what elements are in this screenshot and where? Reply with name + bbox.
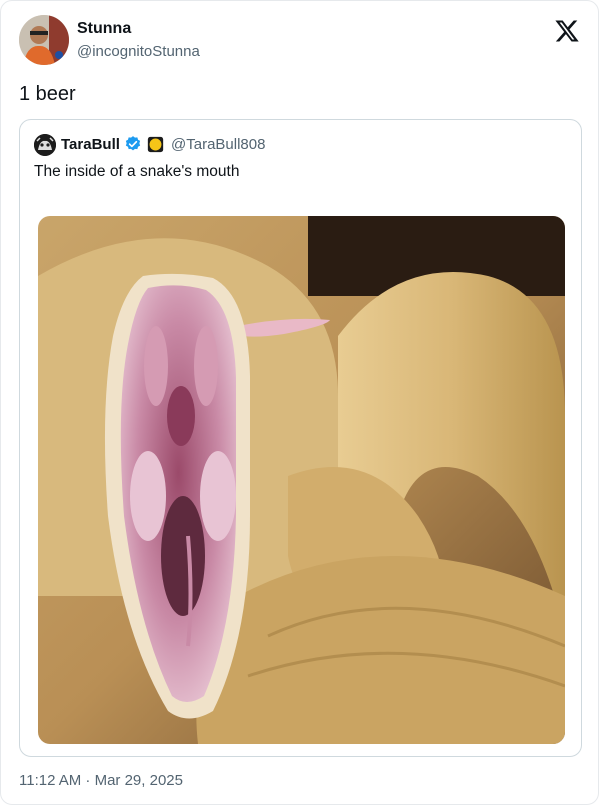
author-avatar[interactable]: [19, 15, 69, 65]
yellow-circle-emoji-icon: [147, 136, 164, 153]
x-logo-icon[interactable]: [554, 18, 580, 44]
snake-mouth-photo: [38, 216, 565, 744]
quoted-tweet-text: The inside of a snake's mouth: [34, 163, 240, 180]
tweet-text: 1 beer: [19, 83, 76, 105]
tweet-card: Stunna @incognitoStunna 1 beer TaraBull …: [0, 0, 599, 805]
quoted-author-name[interactable]: TaraBull: [61, 136, 120, 153]
quoted-tweet-image[interactable]: [38, 216, 565, 744]
quoted-author-avatar[interactable]: [34, 134, 56, 156]
author-handle[interactable]: @incognitoStunna: [77, 43, 200, 60]
author-avatar-image: [19, 15, 69, 65]
tweet-timestamp[interactable]: 11:12 AM · Mar 29, 2025: [19, 772, 183, 789]
author-name[interactable]: Stunna: [77, 20, 131, 38]
quoted-avatar-image: [34, 134, 56, 156]
quoted-author-handle[interactable]: @TaraBull808: [171, 136, 265, 153]
quoted-tweet[interactable]: TaraBull @TaraBull808 The inside of a sn…: [19, 119, 582, 757]
verified-badge-icon: [125, 136, 141, 151]
